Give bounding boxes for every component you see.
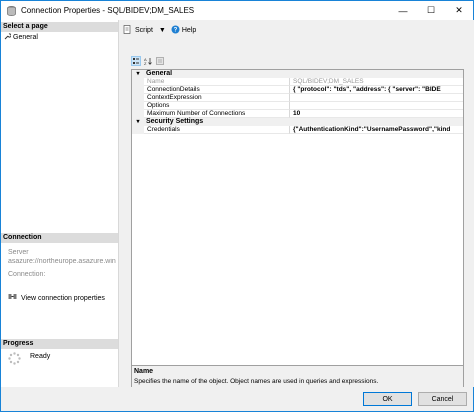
alphabetical-sort-icon: AZ: [144, 57, 152, 65]
connection-icon: [8, 293, 17, 303]
property-value[interactable]: 10: [290, 110, 463, 118]
collapse-icon[interactable]: ▾: [132, 118, 144, 126]
server-value: asazure://northeurope.asazure.win: [8, 258, 116, 265]
minimize-button[interactable]: —: [389, 1, 417, 20]
progress-header: Progress: [1, 339, 118, 349]
connection-properties-window: Connection Properties - SQL/BIDEV;DM_SAL…: [0, 0, 474, 412]
toolbar: Script ▼ ? Help: [123, 23, 202, 37]
ok-button[interactable]: OK: [363, 392, 412, 406]
description-title: Name: [134, 368, 154, 375]
close-button[interactable]: ✕: [445, 1, 473, 20]
title-bar[interactable]: Connection Properties - SQL/BIDEV;DM_SAL…: [1, 1, 473, 20]
property-pages-icon: [156, 57, 164, 65]
right-panel: Script ▼ ? Help AZ ▾ General Name SQL/BI…: [120, 20, 474, 390]
maximize-button[interactable]: ☐: [417, 1, 445, 20]
row-gutter: [132, 126, 144, 134]
property-name: ContextExpression: [144, 94, 290, 102]
view-connection-properties-link[interactable]: View connection properties: [8, 293, 105, 303]
help-button[interactable]: ? Help: [171, 25, 196, 36]
property-row[interactable]: Options: [132, 102, 463, 110]
property-value[interactable]: { "protocol": "tds", "address": { "serve…: [290, 86, 463, 94]
row-gutter: [132, 78, 144, 86]
categorized-view-button[interactable]: [131, 56, 141, 66]
property-name: ConnectionDetails: [144, 86, 290, 94]
property-name: Options: [144, 102, 290, 110]
view-connection-label: View connection properties: [21, 294, 105, 302]
server-label: Server: [8, 249, 29, 256]
property-row[interactable]: Credentials {"AuthenticationKind":"Usern…: [132, 126, 463, 134]
property-value[interactable]: {"AuthenticationKind":"UsernamePassword"…: [290, 126, 463, 134]
property-row[interactable]: ConnectionDetails { "protocol": "tds", "…: [132, 86, 463, 94]
property-name: Maximum Number of Connections: [144, 110, 290, 118]
alphabetical-sort-button[interactable]: AZ: [143, 56, 153, 66]
help-icon: ?: [171, 25, 180, 36]
script-dropdown-arrow[interactable]: ▼: [159, 27, 166, 34]
svg-text:?: ?: [174, 27, 178, 33]
property-name: Credentials: [144, 126, 290, 134]
property-row[interactable]: ContextExpression: [132, 94, 463, 102]
left-panel: Select a page General Connection Server …: [1, 20, 119, 387]
wrench-icon: [4, 33, 12, 42]
description-text: Specifies the name of the object. Object…: [134, 378, 379, 385]
category-security-settings[interactable]: ▾ Security Settings: [132, 118, 463, 126]
help-label: Help: [181, 26, 197, 34]
property-pages-button[interactable]: [155, 56, 165, 66]
database-icon: [6, 5, 16, 16]
category-general[interactable]: ▾ General: [132, 70, 463, 78]
property-sort-toolbar: AZ: [131, 56, 165, 66]
property-value[interactable]: [290, 102, 463, 110]
row-gutter: [132, 102, 144, 110]
category-label: General: [146, 70, 173, 77]
property-value[interactable]: [290, 94, 463, 102]
property-row[interactable]: Name SQL/BIDEV;DM_SALES: [132, 78, 463, 86]
script-icon: [123, 24, 132, 36]
dialog-footer: OK Cancel: [1, 387, 473, 411]
property-value: SQL/BIDEV;DM_SALES: [290, 78, 463, 86]
progress-indicator: Ready: [8, 352, 50, 367]
cancel-button[interactable]: Cancel: [418, 392, 467, 406]
select-page-header: Select a page: [1, 22, 118, 32]
categorized-icon: [133, 58, 139, 64]
progress-status: Ready: [30, 353, 51, 360]
property-row[interactable]: Maximum Number of Connections 10: [132, 110, 463, 118]
spinner-icon: [8, 352, 21, 367]
window-title: Connection Properties - SQL/BIDEV;DM_SAL…: [21, 6, 195, 15]
category-label: Security Settings: [146, 118, 204, 125]
row-gutter: [132, 86, 144, 94]
property-name: Name: [144, 78, 290, 86]
page-item-label: General: [13, 34, 38, 41]
connection-label: Connection:: [8, 271, 46, 278]
collapse-icon[interactable]: ▾: [132, 70, 144, 78]
property-grid: ▾ General Name SQL/BIDEV;DM_SALES Connec…: [131, 69, 464, 366]
row-gutter: [132, 94, 144, 102]
script-button[interactable]: Script: [123, 24, 153, 36]
page-item-general[interactable]: General: [4, 33, 38, 42]
connection-header: Connection: [1, 233, 118, 243]
script-label: Script: [135, 26, 153, 34]
row-gutter: [132, 110, 144, 118]
